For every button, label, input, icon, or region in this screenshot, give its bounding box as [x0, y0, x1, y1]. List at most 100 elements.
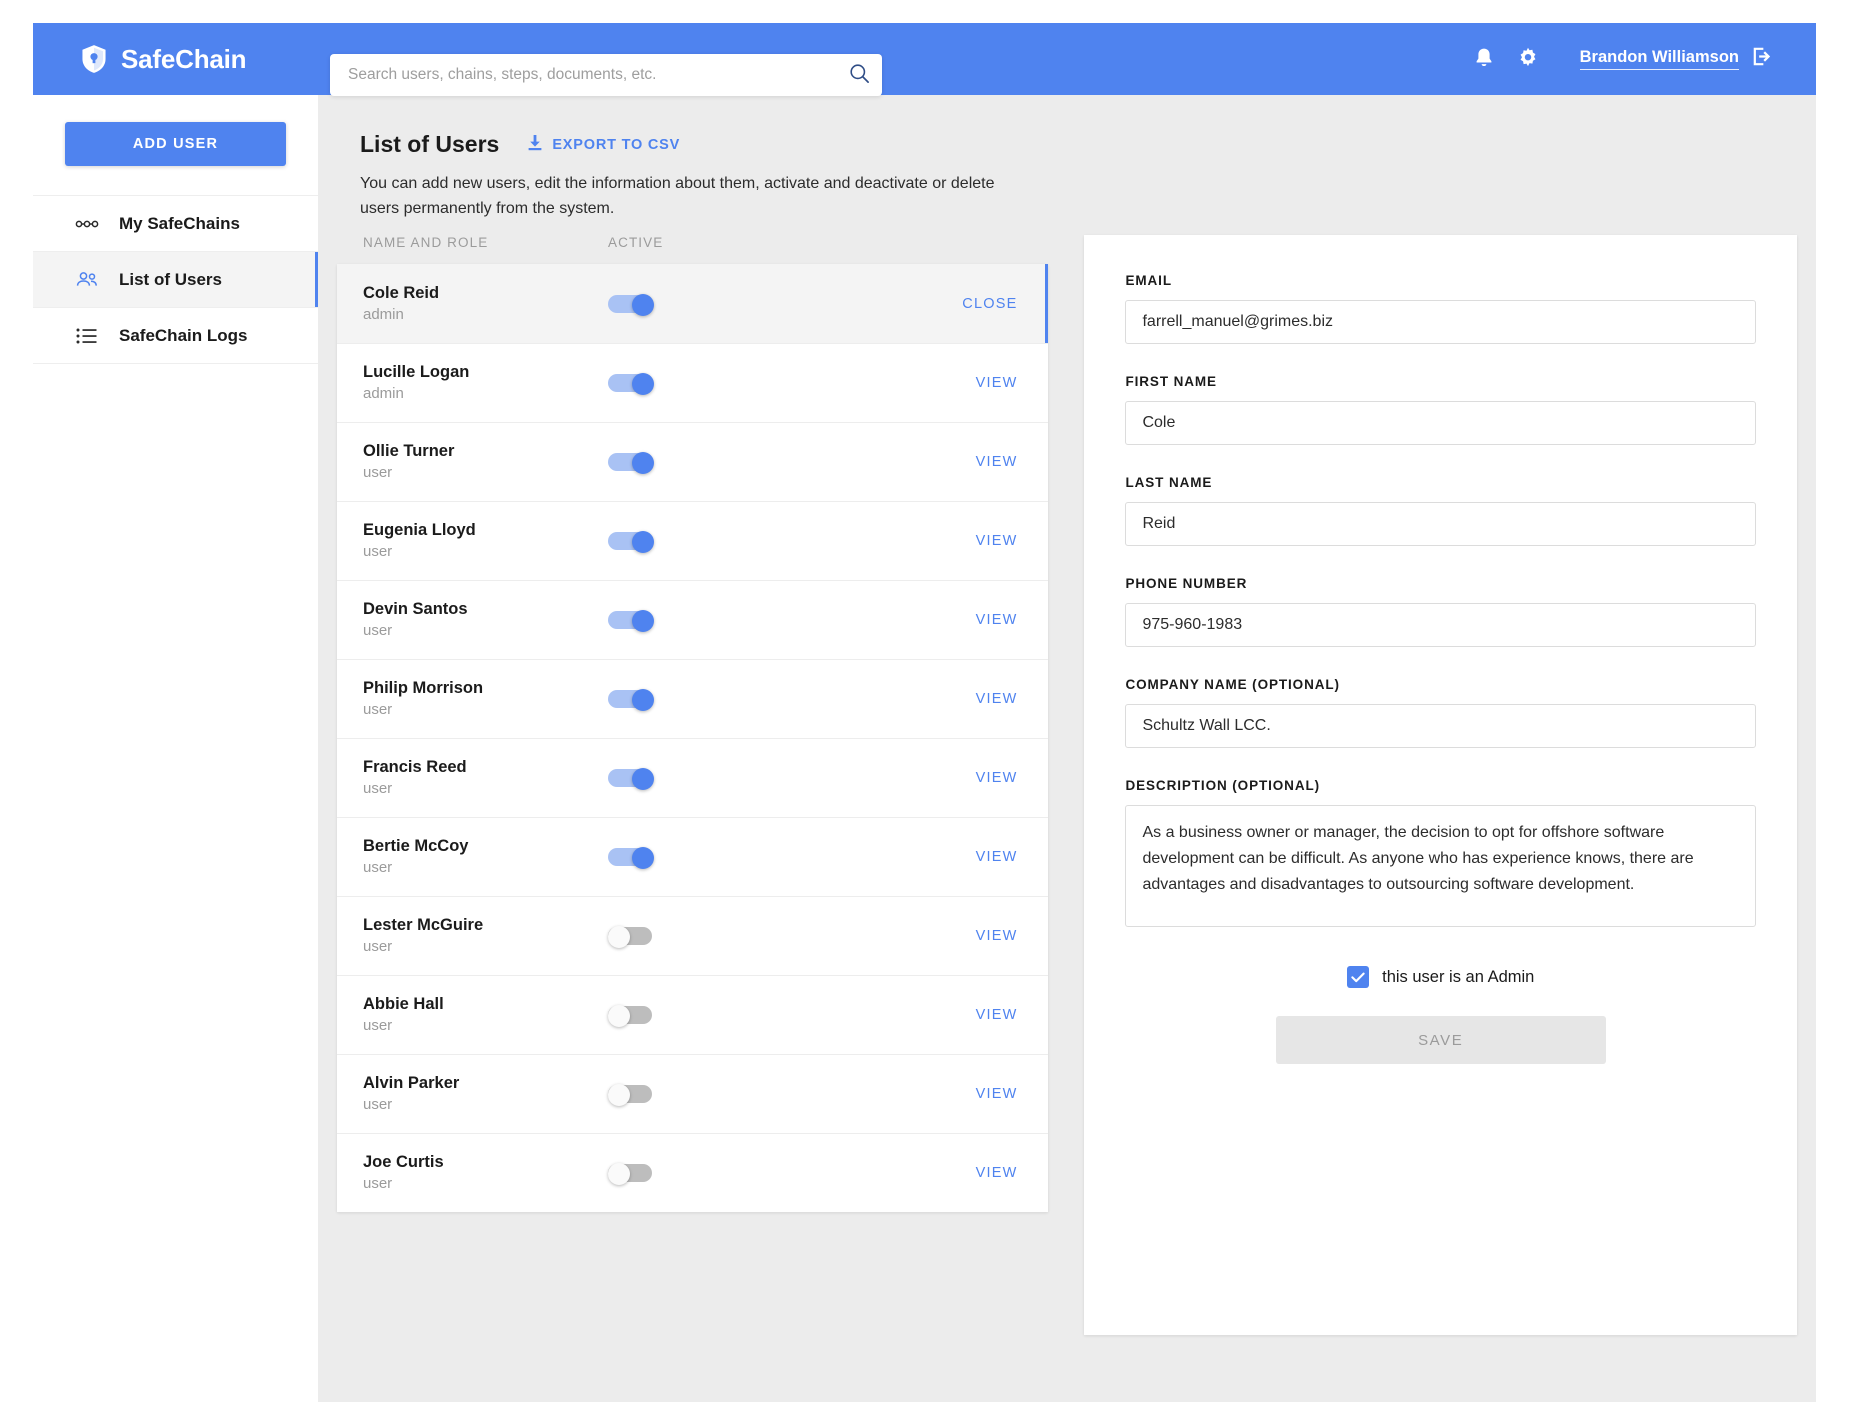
- toggle-knob: [632, 610, 654, 632]
- user-role: user: [363, 541, 608, 563]
- user-action-cell: VIEW: [908, 612, 1048, 628]
- top-bar-actions: Brandon Williamson: [1462, 23, 1774, 95]
- table-row[interactable]: Ollie Turneruser VIEW: [337, 422, 1048, 501]
- table-row[interactable]: Abbie HalluserVIEW: [337, 975, 1048, 1054]
- view-user-button[interactable]: VIEW: [976, 612, 1018, 628]
- table-row[interactable]: Alvin ParkeruserVIEW: [337, 1054, 1048, 1133]
- user-name-cell: Ollie Turneruser: [363, 440, 608, 484]
- table-row[interactable]: Francis ReeduserVIEW: [337, 738, 1048, 817]
- active-toggle[interactable]: [608, 610, 656, 630]
- user-action-cell: VIEW: [908, 770, 1048, 786]
- table-row[interactable]: Devin SantosuserVIEW: [337, 580, 1048, 659]
- user-active-cell: [608, 294, 908, 314]
- view-user-button[interactable]: VIEW: [976, 533, 1018, 549]
- view-user-button[interactable]: VIEW: [976, 691, 1018, 707]
- active-toggle[interactable]: [608, 847, 656, 867]
- last-name-label: LAST NAME: [1125, 475, 1756, 490]
- view-user-button[interactable]: VIEW: [976, 928, 1018, 944]
- add-user-button[interactable]: ADD USER: [65, 122, 286, 166]
- user-role: user: [363, 857, 608, 879]
- active-toggle[interactable]: [608, 452, 656, 472]
- user-role: user: [363, 1094, 608, 1116]
- sidebar-item-safechain-logs[interactable]: SafeChain Logs: [33, 307, 318, 363]
- admin-checkbox-label[interactable]: this user is an Admin: [1382, 968, 1534, 987]
- search-bar[interactable]: [330, 54, 882, 96]
- user-detail-panel: EMAIL FIRST NAME LAST NAME PHONE NUMBER: [1084, 235, 1797, 1335]
- table-row[interactable]: Lucille LoganadminVIEW: [337, 343, 1048, 422]
- user-menu[interactable]: Brandon Williamson: [1580, 45, 1774, 73]
- user-active-cell: [608, 610, 908, 630]
- admin-checkbox-row: this user is an Admin: [1125, 966, 1756, 988]
- active-toggle[interactable]: [608, 1163, 656, 1183]
- export-to-csv-button[interactable]: EXPORT TO CSV: [527, 134, 680, 155]
- sidebar-item-label: SafeChain Logs: [119, 326, 247, 346]
- active-toggle[interactable]: [608, 1084, 656, 1104]
- user-role: admin: [363, 304, 608, 326]
- users-icon: [75, 268, 99, 292]
- user-name: Abbie Hall: [363, 993, 608, 1015]
- logout-icon[interactable]: [1751, 45, 1774, 73]
- active-toggle[interactable]: [608, 294, 656, 314]
- field-phone-number: PHONE NUMBER: [1125, 576, 1756, 647]
- admin-checkbox[interactable]: [1347, 966, 1369, 988]
- view-user-button[interactable]: VIEW: [976, 849, 1018, 865]
- toggle-knob: [632, 531, 654, 553]
- user-action-cell: VIEW: [908, 1165, 1048, 1181]
- username-label: Brandon Williamson: [1580, 48, 1739, 70]
- toggle-knob: [632, 294, 654, 316]
- search-button[interactable]: [836, 54, 882, 96]
- active-toggle[interactable]: [608, 689, 656, 709]
- view-user-button[interactable]: VIEW: [976, 375, 1018, 391]
- email-input[interactable]: [1125, 300, 1756, 344]
- bell-icon: [1474, 47, 1494, 72]
- field-company-name: COMPANY NAME (OPTIONAL): [1125, 677, 1756, 748]
- user-name: Joe Curtis: [363, 1151, 608, 1173]
- toggle-knob: [632, 768, 654, 790]
- settings-button[interactable]: [1506, 37, 1550, 81]
- table-row[interactable]: Bertie McCoyuserVIEW: [337, 817, 1048, 896]
- active-toggle[interactable]: [608, 926, 656, 946]
- view-user-button[interactable]: VIEW: [976, 454, 1018, 470]
- table-row[interactable]: Cole ReidadminCLOSE: [337, 264, 1048, 343]
- description-textarea[interactable]: [1125, 805, 1756, 927]
- brand-name: SafeChain: [121, 44, 246, 75]
- chain-icon: [75, 212, 99, 236]
- close-user-button[interactable]: CLOSE: [962, 296, 1017, 312]
- active-toggle[interactable]: [608, 373, 656, 393]
- app-window: SafeChain: [33, 23, 1816, 1402]
- user-active-cell: [608, 531, 908, 551]
- user-action-cell: VIEW: [908, 1086, 1048, 1102]
- active-toggle[interactable]: [608, 531, 656, 551]
- sidebar-item-my-safechains[interactable]: My SafeChains: [33, 195, 318, 251]
- active-toggle[interactable]: [608, 768, 656, 788]
- export-to-csv-label: EXPORT TO CSV: [552, 137, 680, 153]
- company-name-input[interactable]: [1125, 704, 1756, 748]
- save-button[interactable]: SAVE: [1276, 1016, 1606, 1064]
- user-name: Devin Santos: [363, 598, 608, 620]
- user-active-cell: [608, 689, 908, 709]
- brand[interactable]: SafeChain: [80, 44, 310, 75]
- toggle-knob: [608, 1005, 630, 1027]
- first-name-input[interactable]: [1125, 401, 1756, 445]
- sidebar-item-label: List of Users: [119, 270, 222, 290]
- last-name-input[interactable]: [1125, 502, 1756, 546]
- table-row[interactable]: Lester McGuireuserVIEW: [337, 896, 1048, 975]
- user-action-cell: VIEW: [908, 454, 1048, 470]
- view-user-button[interactable]: VIEW: [976, 770, 1018, 786]
- view-user-button[interactable]: VIEW: [976, 1007, 1018, 1023]
- phone-number-input[interactable]: [1125, 603, 1756, 647]
- table-row[interactable]: Eugenia LloyduserVIEW: [337, 501, 1048, 580]
- user-name: Lester McGuire: [363, 914, 608, 936]
- table-row[interactable]: Joe CurtisuserVIEW: [337, 1133, 1048, 1212]
- shield-icon: [80, 44, 108, 74]
- user-active-cell: [608, 847, 908, 867]
- toggle-knob: [632, 689, 654, 711]
- search-input[interactable]: [330, 66, 836, 84]
- table-row[interactable]: Philip MorrisonuserVIEW: [337, 659, 1048, 738]
- sidebar-item-list-of-users[interactable]: List of Users: [33, 251, 318, 307]
- notifications-button[interactable]: [1462, 37, 1506, 81]
- view-user-button[interactable]: VIEW: [976, 1165, 1018, 1181]
- active-toggle[interactable]: [608, 1005, 656, 1025]
- view-user-button[interactable]: VIEW: [976, 1086, 1018, 1102]
- table-body: Cole ReidadminCLOSELucille LoganadminVIE…: [337, 264, 1048, 1212]
